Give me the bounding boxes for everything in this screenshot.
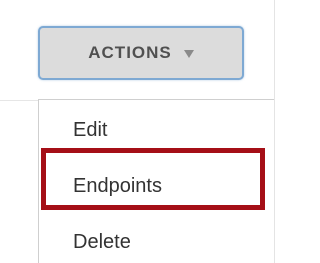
actions-button-label: ACTIONS [88,43,172,62]
menu-item-delete[interactable]: Delete [73,231,131,254]
menu-item-edit[interactable]: Edit [73,119,107,142]
actions-dropdown-menu: Edit Endpoints Delete [38,99,274,263]
caret-down-icon [183,50,194,58]
menu-item-endpoints[interactable]: Endpoints [73,175,162,198]
actions-dropdown-button[interactable]: ACTIONS [38,26,244,80]
panel-divider-vertical [274,0,275,263]
